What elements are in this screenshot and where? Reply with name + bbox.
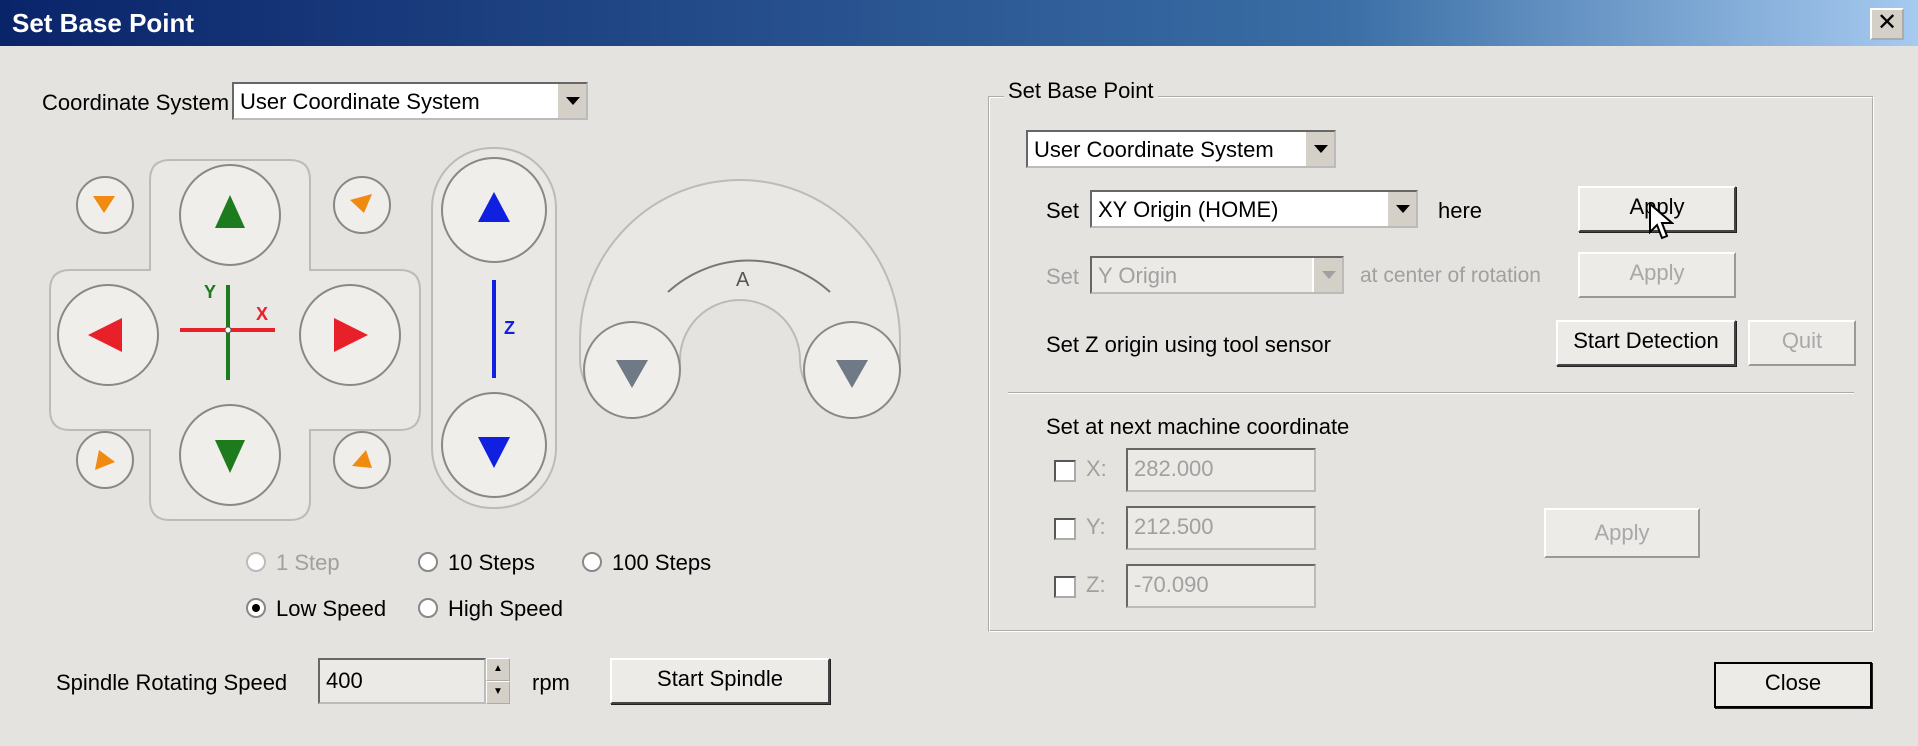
chevron-down-icon[interactable] xyxy=(1304,132,1334,166)
chevron-down-icon[interactable] xyxy=(1312,258,1342,292)
rotation-origin-value: Y Origin xyxy=(1098,263,1178,288)
set-base-point-dialog: Set Base Point ✕ Coordinate System User … xyxy=(0,0,1918,746)
y-coord-label: Y: xyxy=(1086,514,1106,539)
a-axis-label: A xyxy=(736,269,750,291)
spindle-speed-input[interactable]: 400 xyxy=(318,658,486,704)
origin-type-value: XY Origin (HOME) xyxy=(1098,197,1279,222)
y-axis-label: Y xyxy=(204,282,216,302)
step-100-label: 100 Steps xyxy=(612,550,712,575)
step-1-label: 1 Step xyxy=(276,550,340,575)
y-checkbox[interactable] xyxy=(1054,518,1076,540)
start-detection-button[interactable]: Start Detection xyxy=(1556,320,1736,366)
here-label: here xyxy=(1438,198,1483,223)
chevron-down-icon[interactable] xyxy=(1386,192,1416,226)
step-10-label: 10 Steps xyxy=(448,550,535,575)
origin-type-select[interactable]: XY Origin (HOME) xyxy=(1090,190,1418,228)
jog-diagonal-down-right-button[interactable] xyxy=(333,431,391,489)
apply-rotation-button[interactable]: Apply xyxy=(1578,252,1736,298)
next-machine-coord-label: Set at next machine coordinate xyxy=(1046,414,1350,439)
mouse-cursor-icon xyxy=(1649,202,1674,240)
z-axis-label: Z xyxy=(504,318,515,338)
jog-diagonal-up-left-button[interactable] xyxy=(76,176,134,234)
jog-y-minus-button[interactable] xyxy=(179,404,281,506)
spin-down-icon[interactable]: ▼ xyxy=(486,681,510,704)
jog-control-panel: Y X Z A xyxy=(49,147,901,521)
x-coord-label: X: xyxy=(1086,456,1107,481)
jog-diagonal-up-right-button[interactable] xyxy=(333,176,391,234)
jog-diagonal-down-left-button[interactable] xyxy=(76,431,134,489)
jog-a-minus-button[interactable] xyxy=(583,321,681,419)
rpm-unit-label: rpm xyxy=(532,670,570,695)
step-1-radio[interactable] xyxy=(246,552,266,572)
step-10-radio[interactable] xyxy=(418,552,438,572)
close-button[interactable]: Close xyxy=(1714,662,1872,708)
jog-a-plus-button[interactable] xyxy=(803,321,901,419)
x-checkbox[interactable] xyxy=(1054,460,1076,482)
high-speed-label: High Speed xyxy=(448,596,563,621)
jog-z-minus-button[interactable] xyxy=(441,392,547,498)
x-axis-label: X xyxy=(256,304,268,324)
jog-x-plus-button[interactable] xyxy=(299,284,401,386)
group-title: Set Base Point xyxy=(1004,78,1158,104)
set-base-point-group xyxy=(988,96,1874,632)
z-coord-label: Z: xyxy=(1086,572,1106,597)
base-point-system-select[interactable]: User Coordinate System xyxy=(1026,130,1336,168)
low-speed-label: Low Speed xyxy=(276,596,387,621)
step-100-radio[interactable] xyxy=(582,552,602,572)
set-label: Set xyxy=(1046,198,1080,223)
quit-button[interactable]: Quit xyxy=(1748,320,1856,366)
spindle-speed-label: Spindle Rotating Speed xyxy=(56,670,288,695)
high-speed-radio[interactable] xyxy=(418,598,438,618)
z-origin-sensor-label: Set Z origin using tool sensor xyxy=(1046,332,1331,357)
x-coord-field[interactable]: 282.000 xyxy=(1126,448,1316,492)
spindle-speed-stepper[interactable]: ▲ ▼ xyxy=(486,658,510,704)
rotation-origin-select[interactable]: Y Origin xyxy=(1090,256,1344,294)
base-point-system-value: User Coordinate System xyxy=(1034,137,1274,162)
apply-coordinates-button[interactable]: Apply xyxy=(1544,508,1700,558)
set-rotation-label: Set xyxy=(1046,264,1080,289)
start-spindle-button[interactable]: Start Spindle xyxy=(610,658,830,704)
jog-x-minus-button[interactable] xyxy=(57,284,159,386)
group-separator xyxy=(1008,392,1854,394)
y-coord-field[interactable]: 212.500 xyxy=(1126,506,1316,550)
z-coord-field[interactable]: -70.090 xyxy=(1126,564,1316,608)
jog-y-plus-button[interactable] xyxy=(179,164,281,266)
center-of-rotation-label: at center of rotation xyxy=(1360,264,1541,287)
jog-z-plus-button[interactable] xyxy=(441,157,547,263)
low-speed-radio[interactable] xyxy=(246,598,266,618)
spin-up-icon[interactable]: ▲ xyxy=(486,658,510,681)
close-icon[interactable]: ✕ xyxy=(1870,8,1904,40)
z-checkbox[interactable] xyxy=(1054,576,1076,598)
